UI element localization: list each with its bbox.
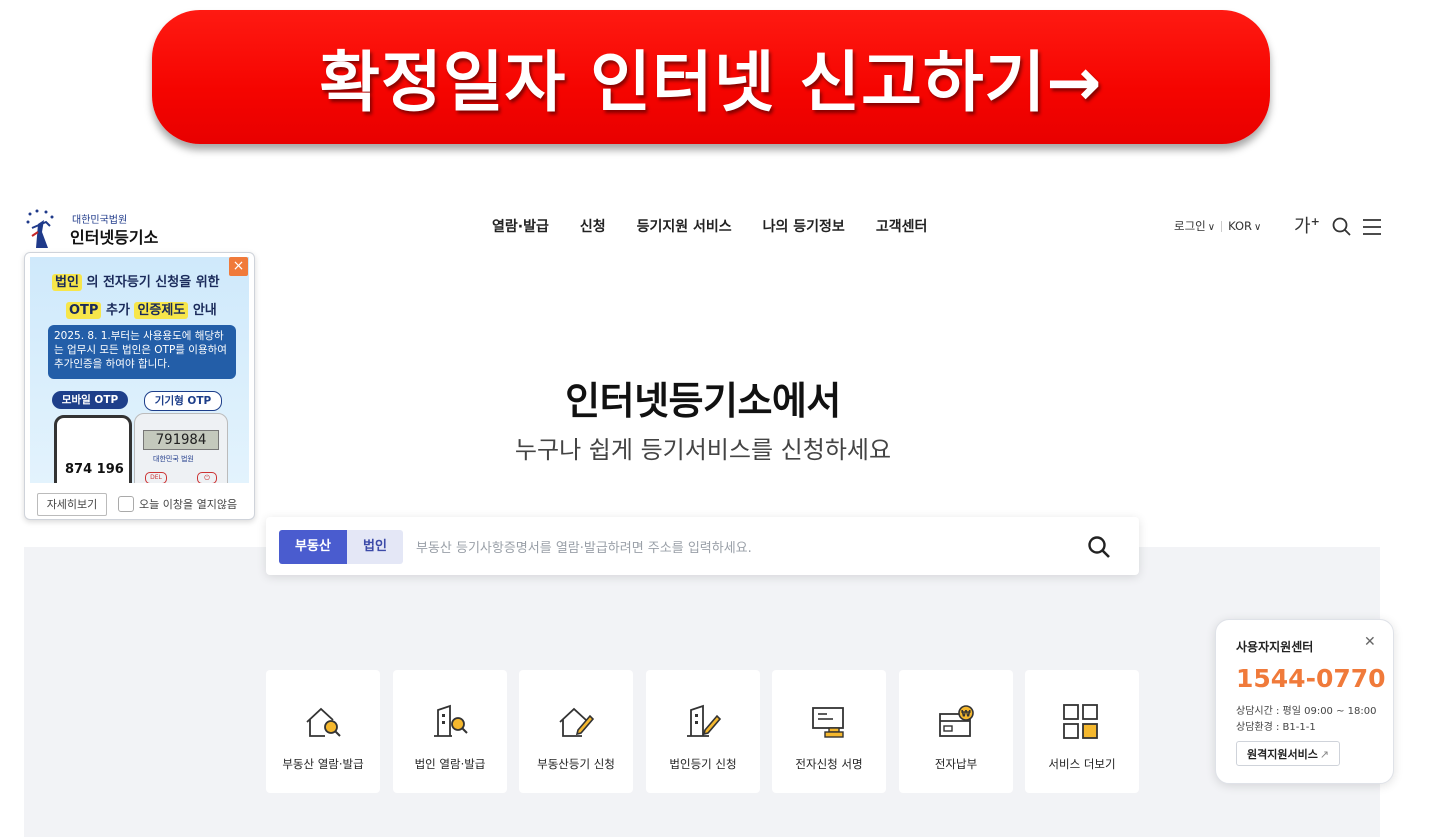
service-label: 법인 열람·발급: [414, 757, 486, 771]
otp-notice-image[interactable]: 법인 의 전자등기 신청을 위한 OTP 추가 인증제도 안내 2025. 8.…: [30, 257, 249, 483]
banner-text: 확정일자 인터넷 신고하기→: [319, 44, 1103, 121]
service-label: 전자납부: [934, 757, 978, 771]
utility-menu: 로그인 ∨ KOR ∨: [1174, 218, 1261, 234]
search-icon[interactable]: [1086, 534, 1112, 560]
service-label: 전자신청 서명: [795, 757, 863, 771]
service-label: 법인등기 신청: [669, 757, 737, 771]
building-edit-icon: [687, 704, 722, 737]
e-payment-icon: ₩: [939, 705, 974, 737]
popup-headline-2: OTP 추가 인증제도 안내: [66, 299, 217, 319]
tab-real-estate[interactable]: 부동산: [279, 530, 347, 564]
service-label: 부동산 열람·발급: [282, 757, 364, 771]
service-e-sign[interactable]: 전자신청 서명: [772, 670, 886, 793]
mobile-otp-code: 874 196: [65, 462, 124, 477]
site-logo[interactable]: 대한민국법원 인터넷등기소: [24, 206, 174, 250]
logo-title: 인터넷등기소: [70, 228, 159, 247]
device-otp-code: 791984: [143, 430, 219, 450]
support-phone: 1544-0770: [1236, 664, 1386, 693]
promo-banner[interactable]: 확정일자 인터넷 신고하기→: [152, 10, 1270, 144]
login-link[interactable]: 로그인 ∨: [1174, 218, 1215, 234]
search-box: 부동산 법인: [266, 517, 1139, 575]
mobile-otp-label: 모바일 OTP: [52, 391, 128, 409]
service-real-estate-apply[interactable]: 부동산등기 신청: [519, 670, 633, 793]
service-e-payment[interactable]: ₩ 전자납부: [899, 670, 1013, 793]
del-key: DEL: [145, 472, 167, 483]
external-link-icon: ↗: [1319, 748, 1329, 761]
support-center-widget: 사용자지원센터 ✕ 1544-0770 상담시간 : 평일 09:00 ~ 18…: [1215, 619, 1394, 784]
service-label: 부동산등기 신청: [537, 757, 615, 771]
language-select[interactable]: KOR ∨: [1228, 219, 1261, 233]
service-label: 서비스 더보기: [1048, 757, 1116, 771]
search-icon[interactable]: [1331, 216, 1353, 238]
menu-icon[interactable]: [1361, 216, 1383, 238]
device-brand: 대한민국 법원: [153, 455, 194, 463]
popup-headline-1: 법인 의 전자등기 신청을 위한: [52, 271, 220, 291]
device-otp-label: 기기형 OTP: [144, 391, 222, 411]
grid-more-icon: [1063, 704, 1098, 739]
house-search-icon: [306, 707, 341, 737]
service-corp-view[interactable]: 법인 열람·발급: [393, 670, 507, 793]
main-nav: 열람·발급 신청 등기지원 서비스 나의 등기정보 고객센터: [492, 216, 958, 236]
mobile-otp-phone-illustration: 874 196: [54, 415, 132, 483]
nav-item-my-info[interactable]: 나의 등기정보: [763, 216, 845, 236]
dont-show-today-label: 오늘 이창을 열지않음: [139, 498, 238, 511]
popup-notice-text: 2025. 8. 1.부터는 사용용도에 해당하는 업무시 모든 법인은 OTP…: [48, 325, 236, 379]
building-search-icon: [434, 704, 468, 737]
device-otp-illustration: 791984 대한민국 법원 DEL ⏻: [134, 413, 228, 483]
otp-notice-popup: 법인 의 전자등기 신청을 위한 OTP 추가 인증제도 안내 2025. 8.…: [24, 252, 255, 520]
chevron-down-icon: ∨: [1207, 222, 1216, 233]
e-sign-icon: [812, 707, 844, 738]
dont-show-today-checkbox[interactable]: [118, 496, 134, 512]
chevron-down-icon: ∨: [1254, 222, 1262, 233]
court-emblem-icon: [26, 209, 54, 248]
address-search-input[interactable]: [414, 532, 1068, 564]
power-icon: ⏻: [197, 472, 217, 483]
nav-item-view-issue[interactable]: 열람·발급: [492, 216, 549, 236]
svg-text:₩: ₩: [961, 710, 971, 720]
close-icon[interactable]: ×: [229, 257, 248, 276]
support-env: 상담환경 : B1-1-1: [1236, 722, 1316, 733]
nav-item-support-services[interactable]: 등기지원 서비스: [637, 216, 732, 236]
service-more[interactable]: 서비스 더보기: [1025, 670, 1139, 793]
support-hours: 상담시간 : 평일 09:00 ~ 18:00: [1236, 706, 1377, 717]
tab-corporation[interactable]: 법인: [347, 530, 403, 564]
font-size-button[interactable]: 가+: [1294, 212, 1320, 238]
remote-support-button[interactable]: 원격지원서비스 ↗: [1236, 741, 1340, 766]
house-edit-icon: [559, 707, 595, 737]
nav-item-customer-center[interactable]: 고객센터: [876, 216, 928, 236]
service-corp-apply[interactable]: 법인등기 신청: [646, 670, 760, 793]
nav-item-apply[interactable]: 신청: [580, 216, 606, 236]
close-icon[interactable]: ✕: [1364, 634, 1376, 650]
support-title: 사용자지원센터: [1236, 640, 1314, 654]
service-real-estate-view[interactable]: 부동산 열람·발급: [266, 670, 380, 793]
popup-more-button[interactable]: 자세히보기: [37, 493, 107, 516]
